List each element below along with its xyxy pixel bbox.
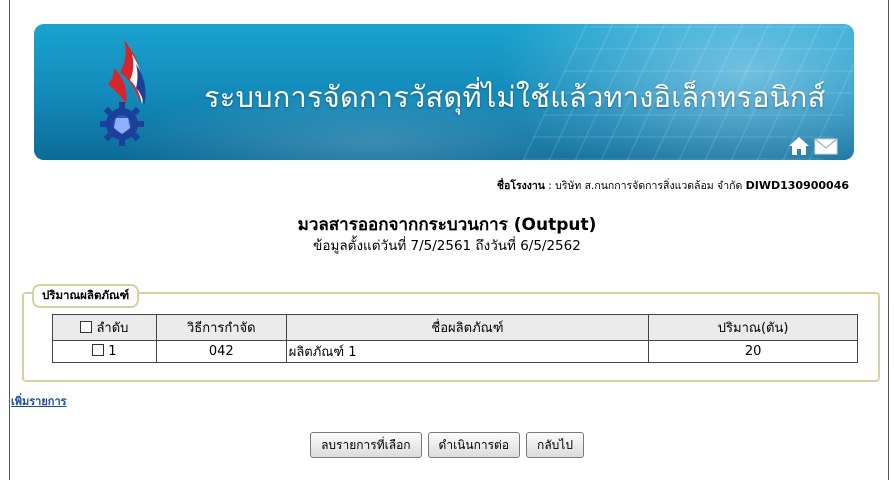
column-header-method: วิธีการกำจัด	[155, 314, 287, 341]
header-banner: ระบบการจัดการวัสดุที่ไม่ใช้แล้วทางอิเล็ก…	[34, 24, 854, 160]
row-product-name: ผลิตภัณฑ์ 1	[285, 340, 650, 363]
column-header-seq: ลำดับ	[52, 314, 157, 341]
delete-selected-button[interactable]: ลบรายการที่เลือก	[310, 432, 422, 458]
table-header-row: ลำดับ วิธีการกำจัด ชื่อผลิตภัณฑ์ ปริมาณ(…	[52, 314, 858, 341]
products-legend: ปริมาณผลิตภัณฑ์	[32, 284, 140, 308]
row-select-checkbox[interactable]	[92, 344, 105, 356]
products-table: ลำดับ วิธีการกำจัด ชื่อผลิตภัณฑ์ ปริมาณ(…	[52, 314, 858, 363]
action-buttons: ลบรายการที่เลือก ดำเนินการต่อ กลับไป	[0, 432, 894, 458]
back-button[interactable]: กลับไป	[526, 432, 584, 458]
date-range: ข้อมูลตั้งแต่วันที่ 7/5/2561 ถึงวันที่ 6…	[313, 238, 581, 254]
table-row: 1 042 ผลิตภัณฑ์ 1 20	[52, 340, 858, 363]
add-item-link[interactable]: เพิ่มรายการ	[11, 392, 67, 410]
mail-icon[interactable]	[814, 138, 838, 155]
select-all-checkbox[interactable]	[80, 321, 93, 333]
column-header-quantity: ปริมาณ(ตัน)	[648, 314, 858, 341]
factory-info: ชื่อโรงงาน : บริษัท ส.กนกการจัดการสิ่งแว…	[497, 177, 849, 194]
banner-title: ระบบการจัดการวัสดุที่ไม่ใช้แล้วทางอิเล็ก…	[204, 80, 826, 114]
continue-button[interactable]: ดำเนินการต่อ	[427, 432, 521, 458]
row-seq-cell: 1	[52, 340, 157, 363]
factory-code: DIWD130900046	[745, 179, 849, 192]
row-method: 042	[155, 340, 287, 363]
factory-label: ชื่อโรงงาน	[496, 180, 545, 192]
column-header-seq-label: ลำดับ	[96, 321, 129, 336]
row-quantity: 20	[648, 340, 858, 363]
ministry-logo-icon	[100, 40, 146, 146]
column-header-name: ชื่อผลิตภัณฑ์	[285, 314, 650, 341]
row-seq: 1	[108, 344, 117, 359]
factory-name: : บริษัท ส.กนกการจัดการสิ่งแวดล้อม จำกัด	[548, 180, 743, 192]
home-icon[interactable]	[788, 136, 810, 156]
